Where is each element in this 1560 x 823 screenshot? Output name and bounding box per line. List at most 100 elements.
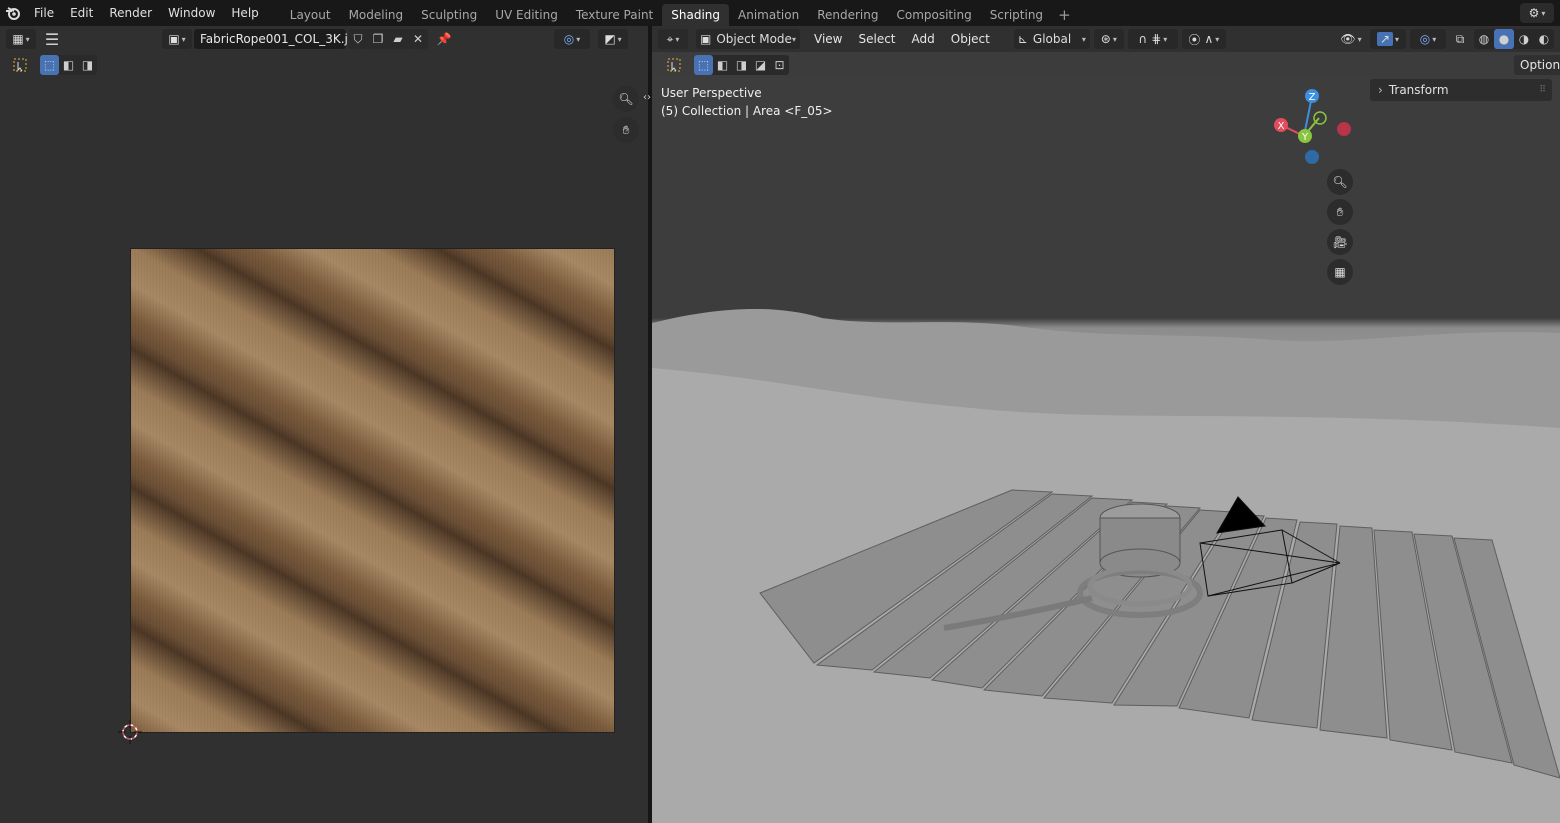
pan-hand-icon[interactable]: ✋︎ xyxy=(613,117,639,143)
tab-uv-editing[interactable]: UV Editing xyxy=(486,4,567,26)
tab-sculpting[interactable]: Sculpting xyxy=(412,4,486,26)
menu-help[interactable]: Help xyxy=(223,2,266,24)
overlay-icon: ◎ xyxy=(1419,32,1431,46)
area-resize-arrows-icon[interactable]: ‹› xyxy=(643,92,651,103)
zoom-icon[interactable]: 🔍︎ xyxy=(1327,169,1353,195)
select-subtract-icon[interactable]: ◨ xyxy=(732,55,751,75)
selection-mode-group: ⬚ ◧ ◨ xyxy=(40,55,97,75)
select-new-icon[interactable]: ⬚ xyxy=(694,55,713,75)
eye-icon: 👁︎ xyxy=(1340,32,1356,46)
menu-object[interactable]: Object xyxy=(943,32,998,46)
select-new-icon[interactable]: ⬚ xyxy=(40,55,59,75)
gizmo-button[interactable]: ↗ ▾ xyxy=(1370,29,1406,49)
camera-view-icon[interactable]: 🎥︎ xyxy=(1327,229,1353,255)
tab-scripting[interactable]: Scripting xyxy=(981,4,1052,26)
proportional-edit-button[interactable]: ⦿ ∧ ▾ xyxy=(1181,29,1226,49)
fake-user-shield-icon[interactable]: ⛉ xyxy=(348,29,368,49)
y-axis-label: Y xyxy=(1301,132,1309,143)
material-preview-icon[interactable]: ◑ xyxy=(1514,29,1534,49)
browse-image-button[interactable]: ▣ ▾ xyxy=(162,29,192,49)
perspective-grid-icon[interactable]: ▦ xyxy=(1327,259,1353,285)
pan-hand-icon[interactable]: ✋︎ xyxy=(1327,199,1353,225)
select-extend-icon[interactable]: ◧ xyxy=(59,55,78,75)
tab-rendering[interactable]: Rendering xyxy=(808,4,887,26)
editor-type-button[interactable]: ▦ ▾ xyxy=(6,29,36,49)
solid-shading-icon[interactable]: ● xyxy=(1494,29,1514,49)
x-axis-label: X xyxy=(1278,121,1285,132)
wireframe-shading-icon[interactable]: ◍ xyxy=(1474,29,1494,49)
viewport-header: ⌖ ▾ ▣ Object Mode ▾ View Select Add Objec… xyxy=(652,26,1560,52)
select-box-tool-icon[interactable] xyxy=(664,55,684,75)
menu-window[interactable]: Window xyxy=(160,2,223,24)
image-editor-icon: ▦ xyxy=(12,32,24,46)
duplicate-image-icon[interactable]: ❐ xyxy=(368,29,388,49)
neg-y-axis-icon[interactable] xyxy=(1313,111,1327,125)
object-mode-label: Object Mode xyxy=(716,32,792,46)
blender-logo-icon[interactable] xyxy=(0,0,26,26)
tab-modeling[interactable]: Modeling xyxy=(340,4,413,26)
neg-z-axis-icon[interactable] xyxy=(1305,150,1319,164)
chevron-down-icon: ▾ xyxy=(1215,34,1220,44)
viewport-canvas[interactable] xyxy=(652,78,1560,823)
overlays-button[interactable]: ◎ ▾ xyxy=(1410,29,1446,49)
selection-mode-group: ⬚ ◧ ◨ ◪ ⊡ xyxy=(694,55,789,75)
transform-panel-label: Transform xyxy=(1388,83,1449,97)
rendered-shading-icon[interactable]: ◐ xyxy=(1534,29,1554,49)
navigation-gizmo[interactable]: Z X Y xyxy=(1272,86,1352,166)
select-subtract-icon[interactable]: ◨ xyxy=(78,55,97,75)
chevron-down-icon: ▾ xyxy=(1395,34,1400,44)
chevron-down-icon: ▾ xyxy=(25,34,30,44)
pin-icon[interactable]: 📌 xyxy=(434,29,454,49)
orientation-icon: ⊾ xyxy=(1017,32,1028,46)
tab-shading[interactable]: Shading xyxy=(662,4,729,26)
menu-render[interactable]: Render xyxy=(101,2,160,24)
chevron-down-icon: ▾ xyxy=(675,34,680,44)
menu-file[interactable]: File xyxy=(26,2,62,24)
select-invert-icon[interactable]: ◪ xyxy=(751,55,770,75)
neg-x-axis-icon[interactable] xyxy=(1337,122,1351,136)
menu-select[interactable]: Select xyxy=(850,32,903,46)
3d-viewport-icon: ⌖ xyxy=(666,31,674,46)
pivot-point-button[interactable]: ⊛ ▾ xyxy=(1093,29,1124,49)
open-folder-icon[interactable]: ▰ xyxy=(388,29,408,49)
add-workspace-button[interactable]: + xyxy=(1052,4,1077,26)
drag-handle-icon[interactable]: ⠿ xyxy=(1539,85,1546,95)
chevron-down-icon: ▾ xyxy=(181,34,186,44)
menu-add[interactable]: Add xyxy=(904,32,943,46)
select-extend-icon[interactable]: ◧ xyxy=(713,55,732,75)
gizmo-toggle-button[interactable]: ◎ ▾ xyxy=(554,29,590,49)
xray-icon[interactable]: ⧉ xyxy=(1450,29,1470,49)
zoom-icon[interactable]: 🔍︎ xyxy=(613,86,639,112)
viewport-toolrow: ⬚ ◧ ◨ ◪ ⊡ xyxy=(652,52,1560,78)
menu-view[interactable]: View xyxy=(806,32,850,46)
select-box-tool-icon[interactable] xyxy=(10,55,30,75)
chevron-down-icon: ▾ xyxy=(1541,8,1546,18)
chevron-down-icon: ▾ xyxy=(1357,34,1362,44)
falloff-curve-icon: ∧ xyxy=(1204,32,1214,46)
collection-info-label: (5) Collection | Area <F_05> xyxy=(661,104,833,118)
transform-orientation-dropdown[interactable]: ⊾ Global ▾ xyxy=(1013,29,1090,49)
tab-compositing[interactable]: Compositing xyxy=(887,4,980,26)
snap-button[interactable]: ∩ ⋕ ▾ xyxy=(1127,29,1178,49)
editor-type-button[interactable]: ⌖ ▾ xyxy=(658,29,688,49)
magnet-icon: ∩ xyxy=(1138,32,1148,46)
transform-panel[interactable]: › Transform ⠿ xyxy=(1370,79,1552,101)
hamburger-menu-icon[interactable]: ☰ xyxy=(42,29,62,49)
pivot-icon: ⊛ xyxy=(1100,32,1111,46)
display-channels-button[interactable]: ◩ ▾ xyxy=(598,29,628,49)
tab-texture-paint[interactable]: Texture Paint xyxy=(567,4,662,26)
options-tab[interactable]: Options xyxy=(1514,55,1560,75)
tab-layout[interactable]: Layout xyxy=(281,4,340,26)
menu-edit[interactable]: Edit xyxy=(62,2,101,24)
chevron-down-icon: ▾ xyxy=(1163,34,1168,44)
close-icon[interactable]: ✕ xyxy=(408,29,428,49)
visibility-button[interactable]: 👁︎ ▾ xyxy=(1336,29,1366,49)
tab-animation[interactable]: Animation xyxy=(729,4,808,26)
scene-selector-button[interactable]: ⚙ ▾ xyxy=(1520,3,1554,23)
object-mode-dropdown[interactable]: ▣ Object Mode ▾ xyxy=(696,29,800,49)
select-intersect-icon[interactable]: ⊡ xyxy=(770,55,789,75)
image-name-field[interactable]: FabricRope001_COL_3K.jpg xyxy=(194,29,363,49)
viewport-display-controls: 👁︎ ▾ ↗ ▾ ◎ ▾ ⧉ ◍ ● ◑ ◐ xyxy=(1336,29,1560,49)
scene-render xyxy=(652,308,1560,823)
chevron-down-icon: ▾ xyxy=(617,34,622,44)
